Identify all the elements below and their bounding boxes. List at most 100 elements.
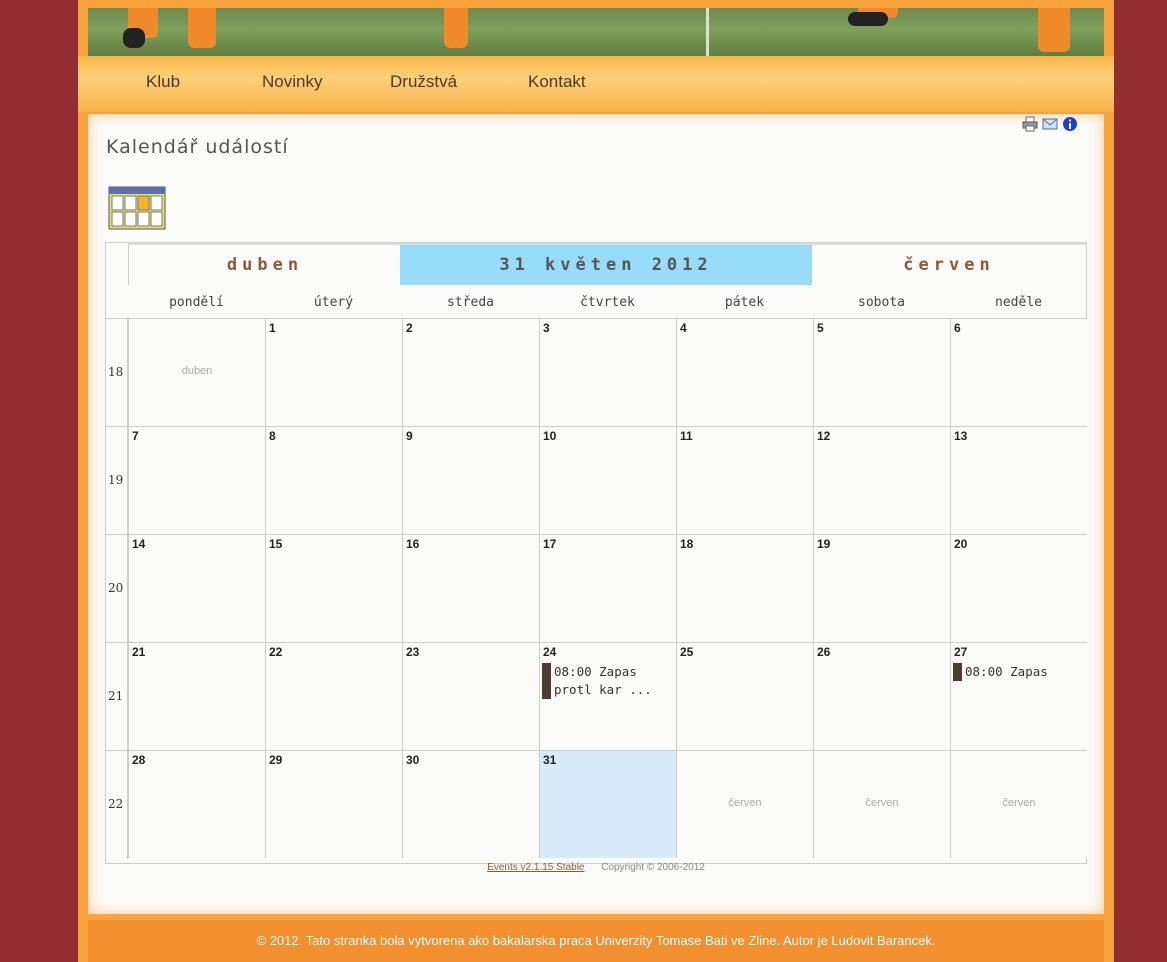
week-number-label: 18 — [108, 365, 124, 379]
nav-item-klub[interactable]: Klub — [146, 72, 180, 92]
day-cell[interactable]: 22 — [265, 642, 402, 750]
event-color-marker — [542, 663, 551, 699]
day-cell[interactable]: duben — [128, 318, 265, 426]
day-number[interactable]: 11 — [680, 429, 693, 443]
day-number[interactable]: 18 — [680, 537, 693, 551]
day-number[interactable]: 22 — [269, 645, 282, 659]
day-cell[interactable]: 5 — [813, 318, 950, 426]
day-number[interactable]: 21 — [132, 645, 145, 659]
day-cell[interactable]: 3 — [539, 318, 676, 426]
day-number[interactable]: 16 — [406, 537, 419, 551]
day-number[interactable]: 23 — [406, 645, 419, 659]
calendar-view-icon[interactable] — [108, 186, 166, 230]
day-number[interactable]: 5 — [817, 321, 824, 335]
day-cell[interactable]: 20 — [950, 534, 1087, 642]
day-cell[interactable]: 28 — [128, 750, 265, 858]
week-number[interactable]: 18 — [106, 318, 128, 427]
day-cell[interactable]: 19 — [813, 534, 950, 642]
day-number[interactable]: 4 — [680, 321, 687, 335]
week-number[interactable]: 22 — [106, 750, 128, 859]
day-number[interactable]: 26 — [817, 645, 830, 659]
week-row: 21 21 22 23 24 08:00 Zapas protl kar ... 25 26 2… — [106, 642, 1087, 751]
day-number[interactable]: 7 — [132, 429, 139, 443]
day-cell[interactable]: 24 08:00 Zapas protl kar ... — [539, 642, 676, 750]
day-number[interactable]: 9 — [406, 429, 413, 443]
weekday-label: čtvrtek — [580, 295, 635, 310]
day-cell[interactable]: 9 — [402, 426, 539, 534]
day-cell[interactable]: 29 — [265, 750, 402, 858]
day-number[interactable]: 12 — [817, 429, 830, 443]
week-number-label: 21 — [108, 689, 124, 703]
day-number[interactable]: 27 — [954, 645, 967, 659]
day-cell[interactable]: 23 — [402, 642, 539, 750]
day-cell[interactable]: 18 — [676, 534, 813, 642]
day-cell[interactable]: 30 — [402, 750, 539, 858]
week-number-label: 22 — [108, 797, 124, 811]
page: Klub Novinky Družstvá Kontakt Kalendář u… — [78, 0, 1114, 962]
email-icon[interactable] — [1042, 116, 1058, 132]
day-cell[interactable]: 12 — [813, 426, 950, 534]
day-cell[interactable]: 13 — [950, 426, 1087, 534]
day-cell[interactable]: 21 — [128, 642, 265, 750]
week-number-label: 19 — [108, 473, 124, 487]
day-number[interactable]: 24 — [543, 645, 556, 659]
day-cell[interactable]: 17 — [539, 534, 676, 642]
day-cell[interactable]: 11 — [676, 426, 813, 534]
event-item[interactable]: 08:00 Zapas — [953, 663, 1085, 681]
prev-month-link[interactable]: duben — [128, 243, 401, 285]
day-cell[interactable]: 15 — [265, 534, 402, 642]
event-item[interactable]: 08:00 Zapas protl kar ... — [542, 663, 674, 699]
day-cell[interactable]: 27 08:00 Zapas — [950, 642, 1087, 750]
day-cell[interactable]: 16 — [402, 534, 539, 642]
day-number[interactable]: 14 — [132, 537, 145, 551]
week-number[interactable]: 19 — [106, 426, 128, 535]
day-cell[interactable]: 4 — [676, 318, 813, 426]
day-cell[interactable]: 1 — [265, 318, 402, 426]
day-number[interactable]: 25 — [680, 645, 693, 659]
next-month-link[interactable]: červen — [812, 243, 1086, 285]
day-cell[interactable]: 6 — [950, 318, 1087, 426]
day-cell[interactable]: 14 — [128, 534, 265, 642]
day-cell[interactable]: 26 — [813, 642, 950, 750]
day-cell[interactable]: 8 — [265, 426, 402, 534]
day-number[interactable]: 15 — [269, 537, 282, 551]
day-cell[interactable]: červen — [676, 750, 813, 858]
day-number[interactable]: 20 — [954, 537, 967, 551]
day-number[interactable]: 28 — [132, 753, 145, 767]
day-number[interactable]: 29 — [269, 753, 282, 767]
week-number[interactable]: 20 — [106, 534, 128, 643]
day-number[interactable]: 1 — [269, 321, 276, 335]
day-cell[interactable]: 2 — [402, 318, 539, 426]
week-row: 20 14 15 16 17 18 19 20 — [106, 534, 1087, 643]
day-cell[interactable]: 7 — [128, 426, 265, 534]
day-cell[interactable]: 10 — [539, 426, 676, 534]
page-title: Kalendář událostí — [106, 136, 289, 158]
day-cell-today[interactable]: 31 — [539, 750, 676, 858]
day-number[interactable]: 10 — [543, 429, 556, 443]
nav-item-novinky[interactable]: Novinky — [262, 72, 322, 92]
nav-item-druzstva[interactable]: Družstvá — [390, 72, 457, 92]
day-number[interactable]: 17 — [543, 537, 556, 551]
weekday-label: pondělí — [169, 295, 224, 310]
day-number[interactable]: 3 — [543, 321, 550, 335]
nav-item-kontakt[interactable]: Kontakt — [528, 72, 586, 92]
day-cell[interactable]: červen — [813, 750, 950, 858]
day-number[interactable]: 31 — [543, 753, 556, 767]
copyright-text: Copyright © 2006-2012 — [601, 862, 705, 873]
info-icon[interactable] — [1062, 116, 1078, 132]
header-banner-image — [88, 8, 1104, 56]
day-number[interactable]: 19 — [817, 537, 830, 551]
toolbar-icons — [1022, 116, 1078, 132]
print-icon[interactable] — [1022, 116, 1038, 132]
week-number-label: 20 — [108, 581, 124, 595]
day-number[interactable]: 2 — [406, 321, 413, 335]
day-number[interactable]: 6 — [954, 321, 961, 335]
day-number[interactable]: 13 — [954, 429, 967, 443]
events-version-link[interactable]: Events v2.1.15 Stable — [487, 862, 584, 873]
day-number[interactable]: 8 — [269, 429, 276, 443]
content-area: Kalendář událostí duben 31 květen 2012 č… — [88, 114, 1104, 914]
week-number[interactable]: 21 — [106, 642, 128, 751]
day-cell[interactable]: červen — [950, 750, 1087, 858]
day-number[interactable]: 30 — [406, 753, 419, 767]
day-cell[interactable]: 25 — [676, 642, 813, 750]
